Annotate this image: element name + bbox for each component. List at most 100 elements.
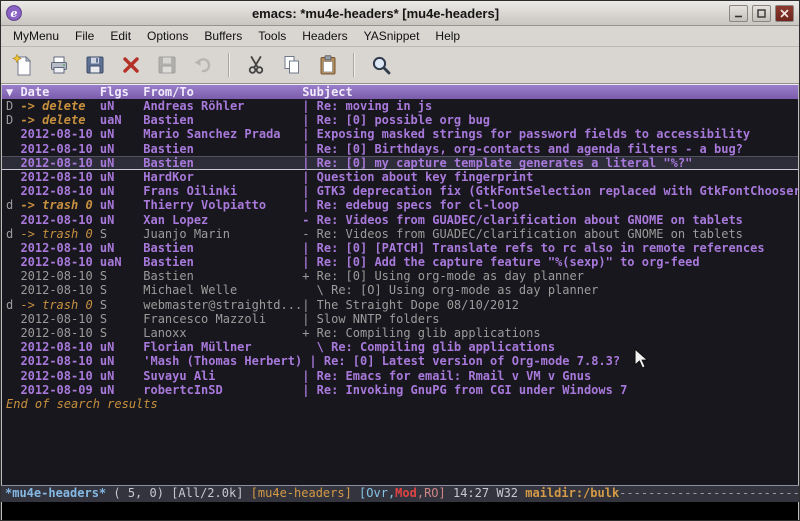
undo-button[interactable] bbox=[187, 50, 218, 80]
paste-button[interactable] bbox=[312, 50, 343, 80]
message-row[interactable]: 2012-08-10 S Francesco Mazzoli | Slow NN… bbox=[2, 312, 798, 326]
subject-cell: GTK3 deprecation fix (GtkFontSelection r… bbox=[317, 184, 798, 198]
thread-indicator: | bbox=[302, 113, 316, 127]
print-button[interactable] bbox=[43, 50, 74, 80]
message-row[interactable]: 2012-08-10 S Bastien + Re: [0] Using org… bbox=[2, 269, 798, 283]
maximize-button[interactable] bbox=[752, 5, 771, 22]
from-cell: Lanoxx bbox=[143, 326, 302, 340]
mark-flag bbox=[6, 156, 20, 170]
message-row[interactable]: D -> delete uaN Bastien | Re: [0] possib… bbox=[2, 113, 798, 127]
message-row[interactable]: 2012-08-10 uN Bastien | Re: [0] [PATCH] … bbox=[2, 241, 798, 255]
new-file-icon bbox=[11, 53, 35, 77]
mark-flag bbox=[6, 127, 20, 141]
menu-item-headers[interactable]: Headers bbox=[294, 27, 355, 45]
save-button[interactable] bbox=[79, 50, 110, 80]
message-row[interactable]: 2012-08-10 uaN Bastien | Re: [0] Add the… bbox=[2, 255, 798, 269]
maximize-icon bbox=[756, 8, 767, 19]
message-row[interactable]: 2012-08-10 uN Bastien | Re: [0] my captu… bbox=[2, 156, 798, 170]
save-as-button[interactable] bbox=[151, 50, 182, 80]
date-cell: 2012-08-10 bbox=[20, 255, 99, 269]
message-row[interactable]: 2012-08-10 S Lanoxx + Re: Compiling glib… bbox=[2, 326, 798, 340]
from-cell: Frans Oilinki bbox=[143, 184, 302, 198]
mark-flag bbox=[6, 269, 20, 283]
from-cell: Andreas Röhler bbox=[143, 99, 302, 113]
thread-indicator: | bbox=[302, 383, 316, 397]
from-cell: Francesco Mazzoli bbox=[143, 312, 302, 326]
subject-cell: Re: Videos from GUADEC/clarification abo… bbox=[317, 227, 798, 241]
cut-button[interactable] bbox=[240, 50, 271, 80]
column-from[interactable]: From/To bbox=[143, 85, 302, 99]
message-row[interactable]: 2012-08-10 uN Mario Sanchez Prada | Expo… bbox=[2, 127, 798, 141]
search-button[interactable] bbox=[365, 50, 396, 80]
mark-flag bbox=[6, 184, 20, 198]
message-row[interactable]: D -> delete uN Andreas Röhler | Re: movi… bbox=[2, 99, 798, 113]
message-row[interactable]: d -> trash 0 uN Thierry Volpiatto | Re: … bbox=[2, 198, 798, 212]
close-icon bbox=[779, 8, 790, 19]
date-cell: 2012-08-10 bbox=[20, 142, 99, 156]
close-buffer-icon bbox=[119, 53, 143, 77]
thread-indicator: - bbox=[302, 227, 316, 241]
message-row[interactable]: 2012-08-10 uN 'Mash (Thomas Herbert) | R… bbox=[2, 354, 798, 368]
message-row[interactable]: 2012-08-10 uN HardKor | Question about k… bbox=[2, 170, 798, 184]
message-row[interactable]: 2012-08-10 uN Frans Oilinki | GTK3 depre… bbox=[2, 184, 798, 198]
window-title: emacs: *mu4e-headers* [mu4e-headers] bbox=[26, 6, 725, 21]
thread-indicator: | bbox=[302, 312, 316, 326]
from-cell: Florian Müllner bbox=[143, 340, 302, 354]
menu-item-help[interactable]: Help bbox=[427, 27, 468, 45]
message-row[interactable]: 2012-08-10 S Michael Welle \ Re: [O] Usi… bbox=[2, 283, 798, 297]
subject-cell: Re: edebug specs for cl-loop bbox=[317, 198, 798, 212]
flags-cell: S bbox=[100, 312, 143, 326]
from-cell: Bastien bbox=[143, 156, 302, 170]
date-cell: 2012-08-10 bbox=[20, 354, 99, 368]
from-cell: Xan Lopez bbox=[143, 213, 302, 227]
flags-cell: uN bbox=[100, 99, 143, 113]
from-cell: 'Mash (Thomas Herbert) bbox=[143, 354, 302, 368]
message-row[interactable]: 2012-08-10 uN Xan Lopez - Re: Videos fro… bbox=[2, 213, 798, 227]
modeline-position: ( 5, 0) bbox=[106, 486, 171, 502]
thread-indicator: | bbox=[302, 142, 316, 156]
column-date[interactable]: ▼ Date bbox=[6, 85, 100, 99]
thread-indicator: - bbox=[302, 213, 316, 227]
toolbar-separator bbox=[353, 53, 355, 77]
menu-item-buffers[interactable]: Buffers bbox=[196, 27, 250, 45]
menu-item-file[interactable]: File bbox=[67, 27, 102, 45]
close-button[interactable] bbox=[775, 5, 794, 22]
modeline-maildir: maildir:/bulk bbox=[525, 486, 619, 502]
search-icon bbox=[369, 53, 393, 77]
tool-bar bbox=[1, 47, 799, 84]
message-row[interactable]: 2012-08-10 uN Florian Müllner \ Re: Comp… bbox=[2, 340, 798, 354]
message-row[interactable]: d -> trash 0 S Juanjo Marin - Re: Videos… bbox=[2, 227, 798, 241]
mark-flag: d bbox=[6, 198, 20, 212]
message-row[interactable]: 2012-08-10 uN Suvayu Ali | Re: Emacs for… bbox=[2, 369, 798, 383]
mu4e-headers-buffer: ▼ Date Flgs From/To Subject D -> delete … bbox=[1, 84, 799, 485]
undo-icon bbox=[191, 53, 215, 77]
close-buffer-button[interactable] bbox=[115, 50, 146, 80]
subject-cell: Re: [0] Latest version of Org-mode 7.8.3… bbox=[324, 354, 798, 368]
menu-item-yasnippet[interactable]: YASnippet bbox=[356, 27, 428, 45]
copy-button[interactable] bbox=[276, 50, 307, 80]
minimize-button[interactable] bbox=[729, 5, 748, 22]
menu-item-options[interactable]: Options bbox=[139, 27, 196, 45]
subject-cell: Re: [0] Using org-mode as day planner bbox=[317, 269, 798, 283]
from-cell: robertcInSD bbox=[143, 383, 302, 397]
subject-cell: Re: Invoking GnuPG from CGI under Window… bbox=[317, 383, 798, 397]
new-file-button[interactable] bbox=[7, 50, 38, 80]
menu-item-mymenu[interactable]: MyMenu bbox=[5, 27, 67, 45]
menu-item-edit[interactable]: Edit bbox=[102, 27, 139, 45]
subject-cell: Slow NNTP folders bbox=[317, 312, 798, 326]
message-row[interactable]: 2012-08-09 uN robertcInSD | Re: Invoking… bbox=[2, 383, 798, 397]
subject-cell: Exposing masked strings for password fie… bbox=[317, 127, 798, 141]
menu-item-tools[interactable]: Tools bbox=[250, 27, 294, 45]
thread-indicator: | bbox=[302, 369, 316, 383]
column-flags[interactable]: Flgs bbox=[100, 85, 143, 99]
column-subject[interactable]: Subject bbox=[302, 85, 798, 99]
headers-column-header[interactable]: ▼ Date Flgs From/To Subject bbox=[2, 85, 798, 99]
flags-cell: uN bbox=[100, 213, 143, 227]
modeline-filler: ----------------------------------------… bbox=[619, 486, 799, 502]
mark-flag bbox=[6, 369, 20, 383]
emacs-window: e emacs: *mu4e-headers* [mu4e-headers] M… bbox=[0, 0, 800, 521]
message-row[interactable]: 2012-08-10 uN Bastien | Re: [0] Birthday… bbox=[2, 142, 798, 156]
message-row[interactable]: d -> trash 0 S webmaster@straightd... | … bbox=[2, 298, 798, 312]
modeline-buffer-name: *mu4e-headers* bbox=[5, 486, 106, 502]
mark-flag bbox=[6, 326, 20, 340]
